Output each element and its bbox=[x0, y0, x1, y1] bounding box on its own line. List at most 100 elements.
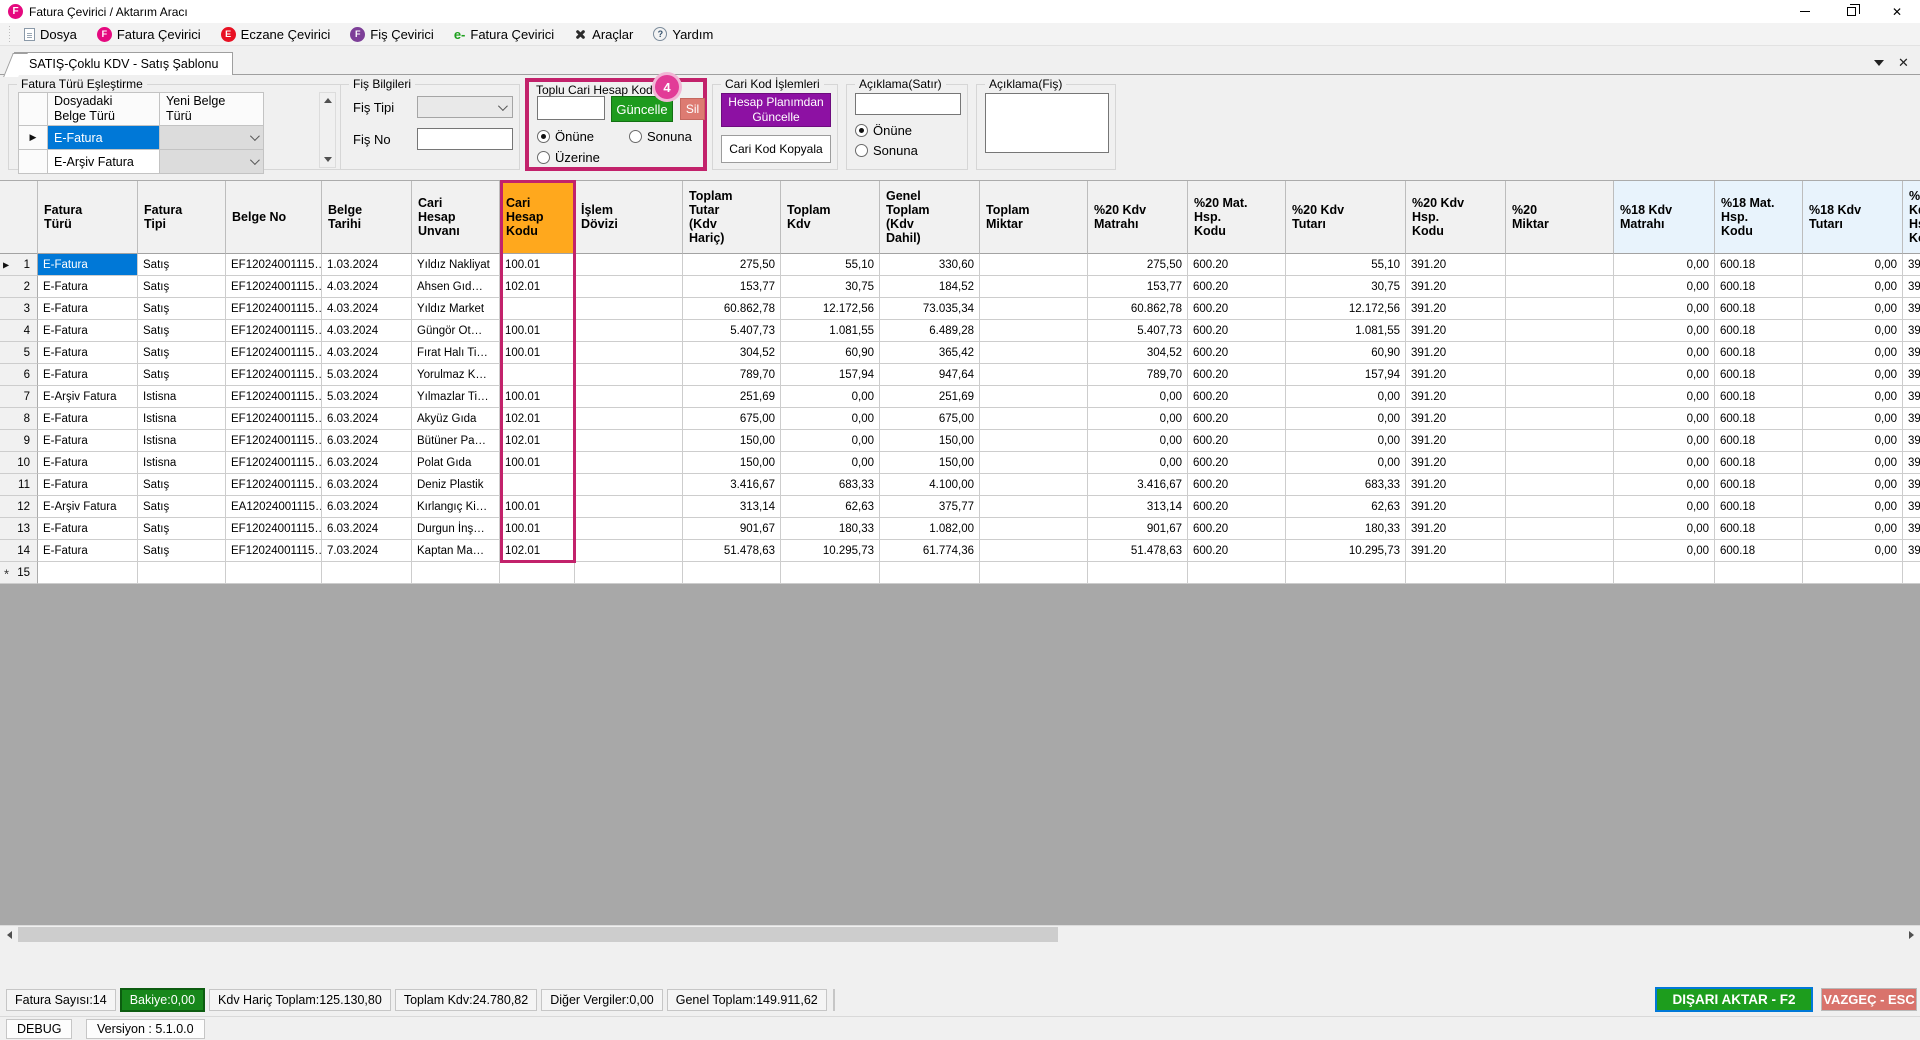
grid-cell[interactable] bbox=[980, 386, 1088, 408]
grid-cell[interactable]: Fırat Halı Ti… bbox=[412, 342, 500, 364]
grid-cell[interactable]: 0,00 bbox=[1803, 540, 1903, 562]
grid-cell[interactable] bbox=[1506, 452, 1614, 474]
grid-cell[interactable]: 55,10 bbox=[1286, 254, 1406, 276]
grid-cell[interactable]: Kaptan Ma… bbox=[412, 540, 500, 562]
row-header[interactable]: * 15 bbox=[0, 562, 38, 584]
grid-cell[interactable] bbox=[575, 364, 683, 386]
scrollbar-thumb[interactable] bbox=[18, 927, 1058, 942]
grid-cell[interactable] bbox=[226, 562, 322, 584]
grid-cell[interactable]: 0,00 bbox=[1614, 364, 1715, 386]
grid-cell[interactable] bbox=[980, 540, 1088, 562]
grid-cell[interactable]: 947,64 bbox=[880, 364, 980, 386]
grid-cell[interactable]: 0,00 bbox=[1614, 276, 1715, 298]
grid-cell[interactable]: Durgun İnş… bbox=[412, 518, 500, 540]
grid-cell[interactable]: 0,00 bbox=[1286, 408, 1406, 430]
grid-cell[interactable] bbox=[1188, 562, 1286, 584]
grid-cell[interactable]: 5.03.2024 bbox=[322, 364, 412, 386]
grid-cell[interactable]: Yıldız Market bbox=[412, 298, 500, 320]
grid-cell[interactable]: E-Fatura bbox=[38, 408, 138, 430]
grid-cell[interactable]: 391.18 bbox=[1903, 430, 1920, 452]
grid-cell[interactable]: 600.18 bbox=[1715, 518, 1803, 540]
mini-grid-cell[interactable]: E-Fatura bbox=[48, 126, 160, 150]
grid-cell[interactable]: 180,33 bbox=[1286, 518, 1406, 540]
grid-cell[interactable] bbox=[1506, 518, 1614, 540]
grid-cell[interactable]: EF12024001115… bbox=[226, 364, 322, 386]
grid-cell[interactable]: 0,00 bbox=[1614, 518, 1715, 540]
grid-cell[interactable]: 789,70 bbox=[1088, 364, 1188, 386]
row-header[interactable]: ▶ 1 bbox=[0, 254, 38, 276]
grid-cell[interactable]: 0,00 bbox=[1614, 452, 1715, 474]
grid-cell[interactable]: E-Fatura bbox=[38, 430, 138, 452]
menu-item-fatura-evirici[interactable]: e- Fatura Çevirici bbox=[444, 23, 564, 45]
grid-cell[interactable] bbox=[575, 408, 683, 430]
grid-cell[interactable]: 0,00 bbox=[1803, 474, 1903, 496]
close-button[interactable]: ✕ bbox=[1874, 0, 1920, 23]
grid-cell[interactable]: 150,00 bbox=[683, 430, 781, 452]
grid-cell[interactable] bbox=[980, 430, 1088, 452]
grid-cell[interactable]: 391.20 bbox=[1406, 408, 1506, 430]
grid-cell[interactable]: 0,00 bbox=[1803, 254, 1903, 276]
grid-cell[interactable]: 391.18 bbox=[1903, 254, 1920, 276]
mini-grid-cell[interactable]: E-Arşiv Fatura bbox=[48, 150, 160, 174]
grid-cell[interactable] bbox=[683, 562, 781, 584]
grid-cell[interactable] bbox=[980, 320, 1088, 342]
grid-cell[interactable]: 102.01 bbox=[500, 430, 575, 452]
grid-cell[interactable]: 683,33 bbox=[1286, 474, 1406, 496]
grid-cell[interactable]: 61.774,36 bbox=[880, 540, 980, 562]
grid-cell[interactable]: 391.20 bbox=[1406, 364, 1506, 386]
column-header[interactable]: Toplam Miktar bbox=[980, 181, 1088, 254]
grid-cell[interactable]: 0,00 bbox=[1088, 408, 1188, 430]
grid-cell[interactable]: 150,00 bbox=[683, 452, 781, 474]
grid-cell[interactable]: 600.18 bbox=[1715, 496, 1803, 518]
grid-cell[interactable] bbox=[1286, 562, 1406, 584]
grid-cell[interactable] bbox=[980, 364, 1088, 386]
grid-cell[interactable]: Deniz Plastik bbox=[412, 474, 500, 496]
mini-row-header[interactable]: ▶ bbox=[18, 126, 48, 150]
grid-cell[interactable]: 157,94 bbox=[781, 364, 880, 386]
row-header[interactable]: 7 bbox=[0, 386, 38, 408]
grid-cell[interactable]: 6.03.2024 bbox=[322, 452, 412, 474]
grid-cell[interactable]: Satış bbox=[138, 496, 226, 518]
grid-cell[interactable]: 100.01 bbox=[500, 518, 575, 540]
grid-cell[interactable] bbox=[38, 562, 138, 584]
grid-cell[interactable]: 0,00 bbox=[1803, 496, 1903, 518]
grid-cell[interactable]: Akyüz Gıda bbox=[412, 408, 500, 430]
grid-cell[interactable]: 275,50 bbox=[1088, 254, 1188, 276]
grid-cell[interactable]: 600.18 bbox=[1715, 276, 1803, 298]
grid-cell[interactable]: 180,33 bbox=[781, 518, 880, 540]
yeni-belge-turu-combo[interactable] bbox=[160, 126, 264, 150]
grid-cell[interactable]: 600.18 bbox=[1715, 386, 1803, 408]
grid-cell[interactable] bbox=[575, 518, 683, 540]
grid-cell[interactable]: 60,90 bbox=[781, 342, 880, 364]
grid-cell[interactable] bbox=[1406, 562, 1506, 584]
grid-cell[interactable]: 365,42 bbox=[880, 342, 980, 364]
grid-cell[interactable] bbox=[575, 496, 683, 518]
grid-cell[interactable] bbox=[138, 562, 226, 584]
radio-sonuna[interactable]: Sonuna bbox=[855, 143, 918, 158]
grid-cell[interactable]: 600.18 bbox=[1715, 342, 1803, 364]
grid-cell[interactable]: 1.081,55 bbox=[781, 320, 880, 342]
grid-cell[interactable]: 100.01 bbox=[500, 342, 575, 364]
grid-cell[interactable]: 0,00 bbox=[1614, 320, 1715, 342]
row-header[interactable]: 8 bbox=[0, 408, 38, 430]
grid-cell[interactable]: 102.01 bbox=[500, 408, 575, 430]
grid-cell[interactable]: 0,00 bbox=[781, 452, 880, 474]
grid-cell[interactable]: Satış bbox=[138, 364, 226, 386]
grid-cell[interactable]: 391.18 bbox=[1903, 276, 1920, 298]
grid-cell[interactable]: 391.18 bbox=[1903, 386, 1920, 408]
grid-cell[interactable]: 0,00 bbox=[1614, 408, 1715, 430]
vazgec-button[interactable]: VAZGEÇ - ESC bbox=[1821, 988, 1917, 1011]
grid-cell[interactable]: 600.18 bbox=[1715, 540, 1803, 562]
grid-cell[interactable] bbox=[1506, 496, 1614, 518]
grid-cell[interactable]: Yıldız Nakliyat bbox=[412, 254, 500, 276]
grid-cell[interactable]: Istisna bbox=[138, 430, 226, 452]
scroll-up-button[interactable] bbox=[320, 93, 335, 108]
grid-cell[interactable]: 313,14 bbox=[683, 496, 781, 518]
grid-cell[interactable]: 30,75 bbox=[1286, 276, 1406, 298]
aciklama-satir-input[interactable] bbox=[855, 93, 961, 115]
grid-cell[interactable] bbox=[980, 496, 1088, 518]
grid-cell[interactable]: 4.03.2024 bbox=[322, 320, 412, 342]
grid-cell[interactable]: 51.478,63 bbox=[683, 540, 781, 562]
menu-item-dosya[interactable]: Dosya bbox=[14, 23, 87, 45]
grid-cell[interactable]: 5.407,73 bbox=[683, 320, 781, 342]
